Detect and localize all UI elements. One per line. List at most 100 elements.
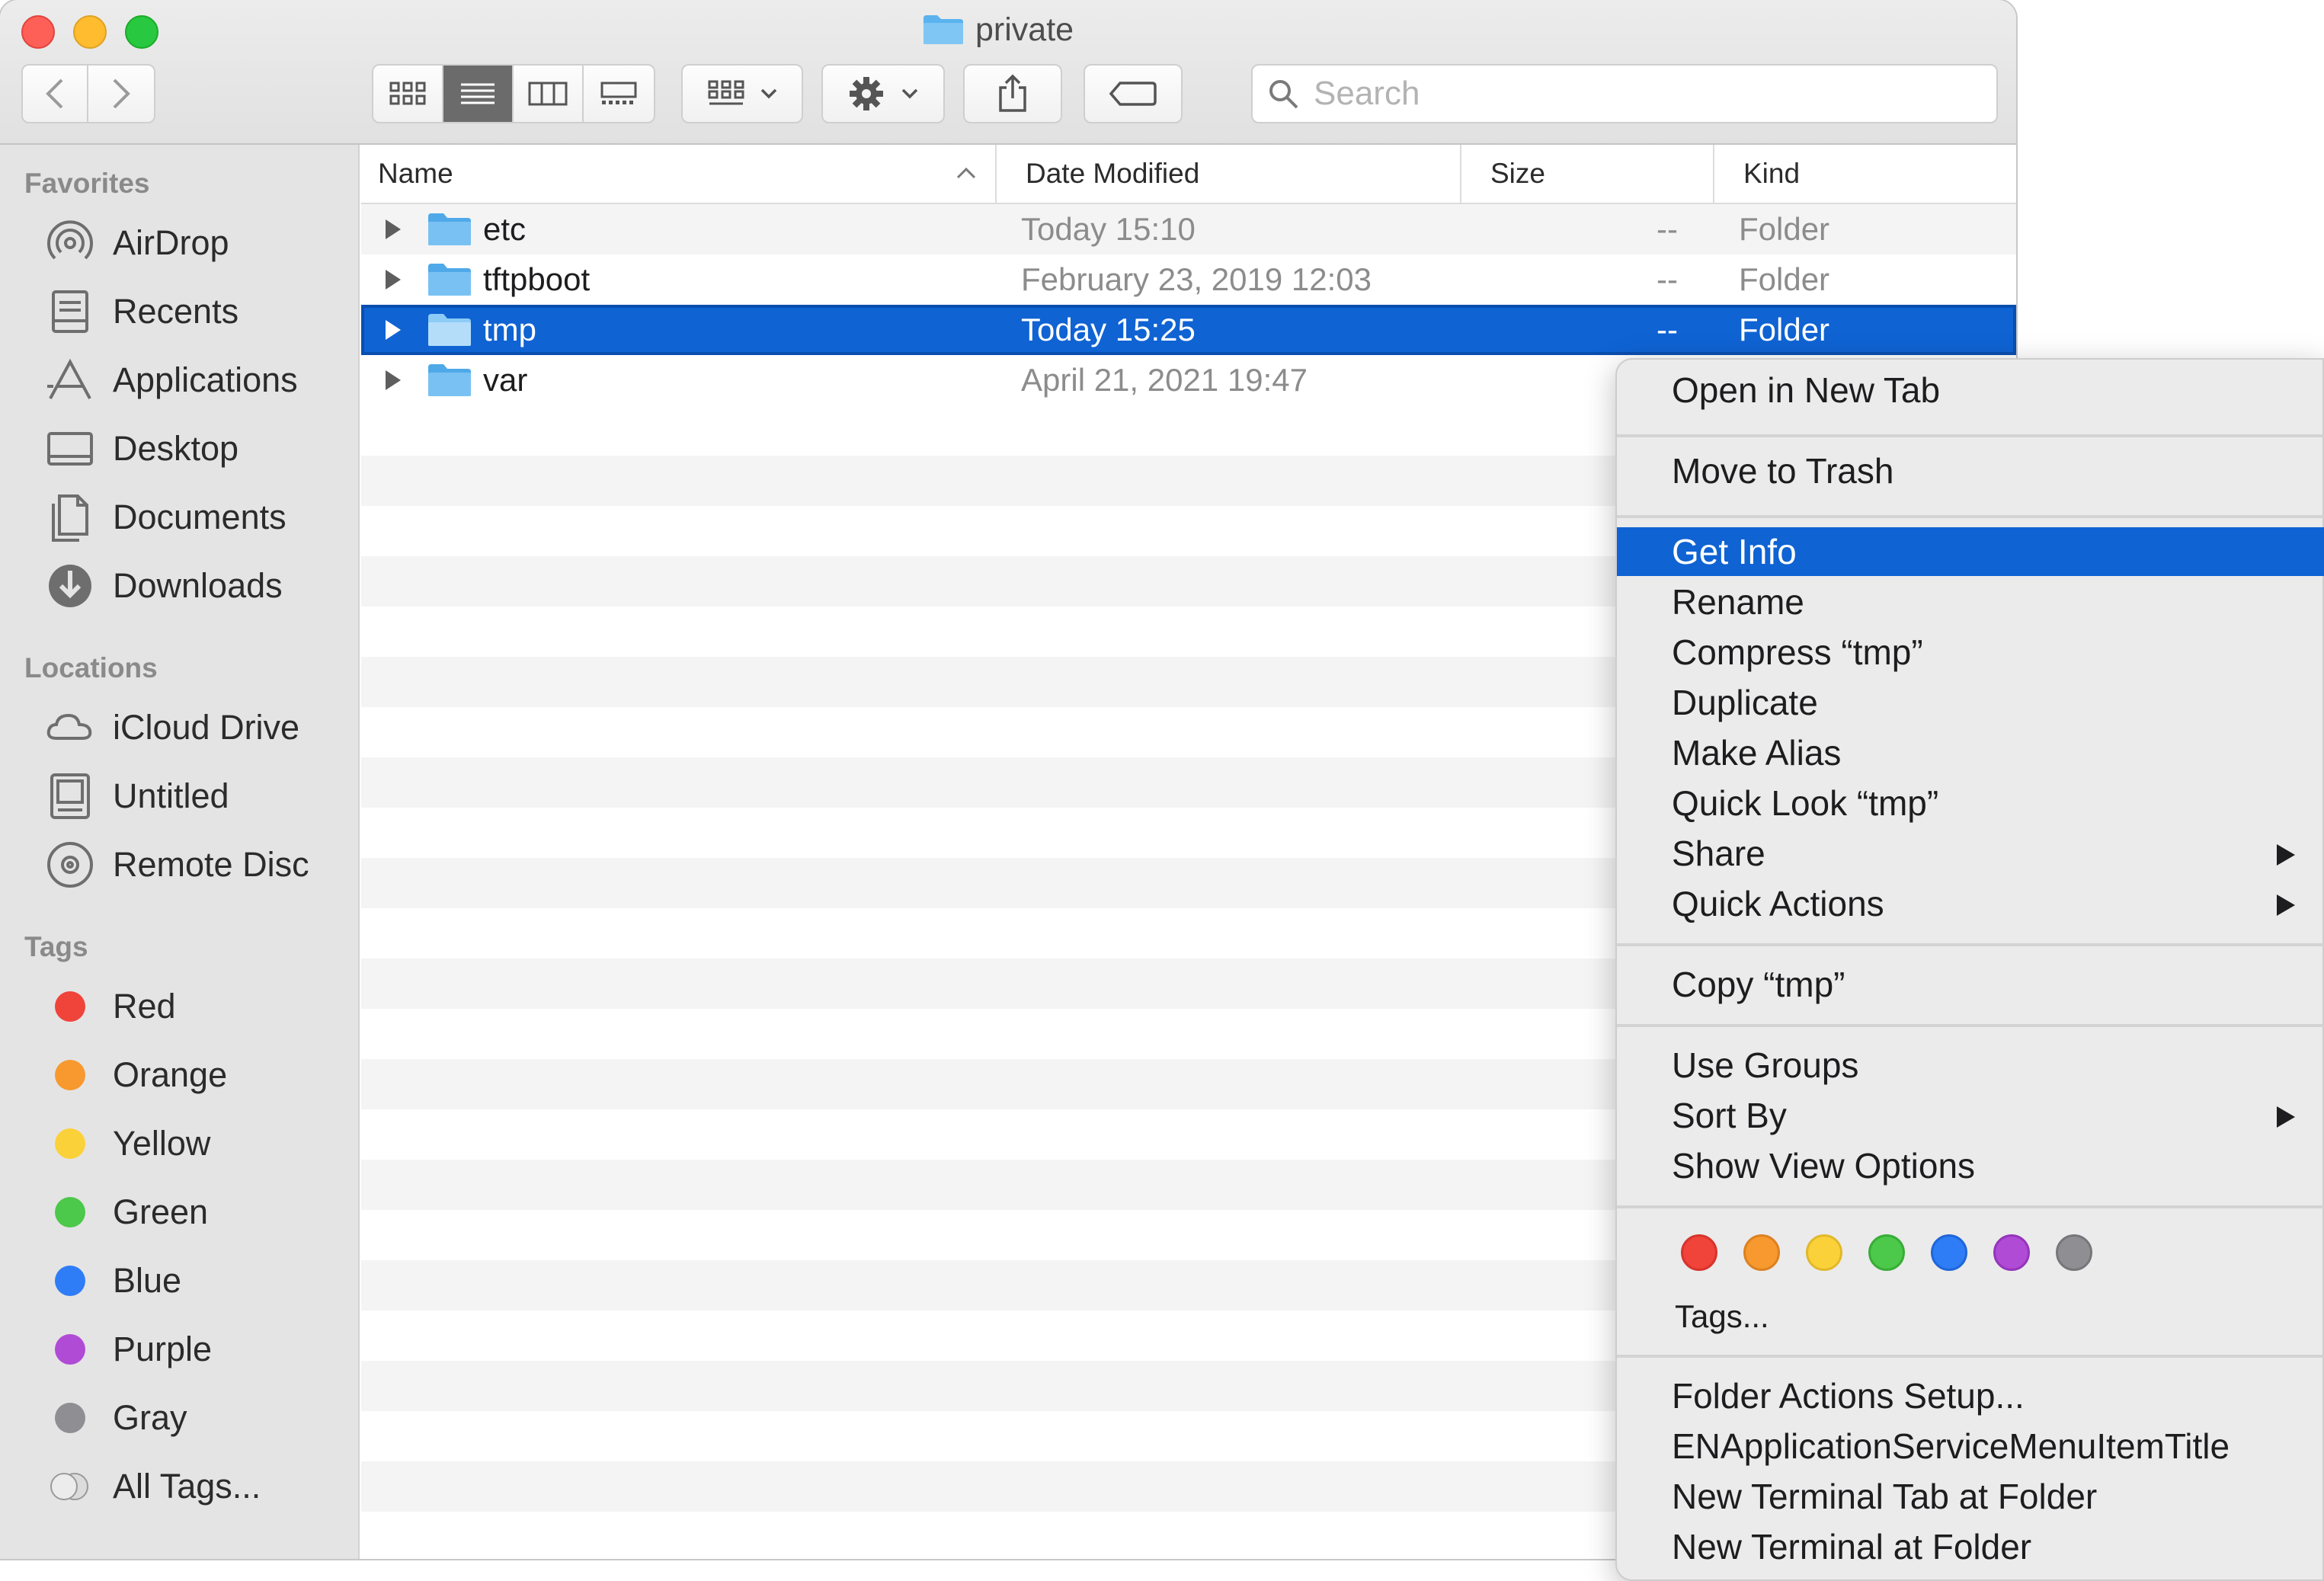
menu-item-compress[interactable]: Compress “tmp” [1617, 628, 2324, 677]
back-button[interactable] [23, 66, 89, 122]
airdrop-icon [47, 220, 93, 260]
gallery-view-button[interactable] [584, 66, 654, 122]
sidebar-item-untitled[interactable]: Untitled [44, 770, 229, 823]
file-kind: Folder [1739, 312, 1830, 347]
tag-color-red[interactable] [1681, 1234, 1717, 1271]
group-by-button[interactable] [681, 64, 803, 123]
menu-item-make-alias[interactable]: Make Alias [1617, 728, 2324, 777]
sidebar-all-tags[interactable]: All Tags... [44, 1460, 261, 1513]
menu-item-en-application-service[interactable]: ENApplicationServiceMenuItemTitle [1617, 1422, 2324, 1471]
sidebar-item-label: AirDrop [113, 223, 229, 262]
sidebar-item-remote-disc[interactable]: Remote Disc [44, 838, 309, 891]
sidebar-tag-orange[interactable]: Orange [44, 1048, 227, 1102]
sidebar-tag-green[interactable]: Green [44, 1186, 208, 1239]
sidebar-tag-gray[interactable]: Gray [44, 1391, 187, 1445]
list-view-button[interactable] [443, 66, 514, 122]
documents-icon [52, 494, 88, 542]
search-field[interactable]: Search [1251, 64, 1998, 123]
disclosure-triangle-icon[interactable] [386, 219, 401, 239]
menu-item-quick-actions[interactable]: Quick Actions [1617, 879, 2324, 928]
menu-item-copy[interactable]: Copy “tmp” [1617, 960, 2324, 1009]
file-row[interactable]: etc Today 15:10 -- Folder [361, 204, 2016, 254]
file-row[interactable]: tftpboot February 23, 2019 12:03 -- Fold… [361, 254, 2016, 305]
menu-item-open-in-new-tab[interactable]: Open in New Tab [1617, 366, 2324, 414]
menu-item-move-to-trash[interactable]: Move to Trash [1617, 446, 2324, 495]
sidebar-item-downloads[interactable]: Downloads [44, 559, 283, 613]
forward-button[interactable] [88, 66, 154, 122]
sidebar-item-documents[interactable]: Documents [44, 491, 286, 544]
menu-item-tags[interactable]: Tags... [1617, 1292, 2324, 1341]
menu-item-show-view-options[interactable]: Show View Options [1617, 1141, 2324, 1190]
file-kind: Folder [1739, 211, 1830, 247]
close-button[interactable] [21, 15, 55, 49]
window-title-text: private [975, 11, 1074, 48]
sidebar-tag-purple[interactable]: Purple [44, 1323, 212, 1376]
yellow-tag-dot [55, 1128, 85, 1159]
sidebar-tag-blue[interactable]: Blue [44, 1254, 181, 1307]
gray-tag-dot [55, 1403, 85, 1433]
column-size-label: Size [1490, 158, 1545, 189]
cloud-icon [46, 713, 92, 740]
sidebar-item-label: Recents [113, 292, 239, 331]
sidebar-tag-red[interactable]: Red [44, 980, 176, 1033]
menu-item-new-terminal[interactable]: New Terminal at Folder [1617, 1522, 2324, 1571]
menu-item-share[interactable]: Share [1617, 829, 2324, 878]
disc-icon [47, 842, 93, 888]
icon-view-button[interactable] [373, 66, 443, 122]
menu-item-sort-by[interactable]: Sort By [1617, 1091, 2324, 1140]
tag-color-gray[interactable] [2056, 1234, 2092, 1271]
disclosure-triangle-icon[interactable] [386, 320, 401, 340]
file-row-selected[interactable]: tmp Today 15:25 -- Folder [361, 305, 2016, 355]
minimize-button[interactable] [73, 15, 107, 49]
menu-item-folder-actions-setup[interactable]: Folder Actions Setup... [1617, 1371, 2324, 1420]
tags-heading: Tags [24, 931, 88, 962]
column-kind[interactable]: Kind [1713, 145, 2016, 203]
column-date-modified[interactable]: Date Modified [995, 145, 1460, 203]
folder-icon [428, 213, 471, 245]
column-view-button[interactable] [514, 66, 584, 122]
sidebar-item-label: Green [113, 1192, 209, 1231]
sidebar-item-label: Orange [113, 1055, 228, 1094]
tag-color-green[interactable] [1868, 1234, 1905, 1271]
menu-item-get-info[interactable]: Get Info [1617, 527, 2324, 576]
sidebar-item-recents[interactable]: Recents [44, 285, 238, 338]
column-header: Name Date Modified Size Kind [361, 145, 2016, 204]
disclosure-triangle-icon[interactable] [386, 270, 401, 290]
chevron-down-icon [901, 88, 918, 99]
file-size: -- [1657, 261, 1678, 297]
edit-tags-button[interactable] [1084, 64, 1183, 123]
sidebar-item-label: Red [113, 987, 176, 1026]
downloads-icon [49, 565, 91, 607]
menu-item-use-groups[interactable]: Use Groups [1617, 1041, 2324, 1090]
columns-icon [528, 82, 568, 106]
sidebar-item-airdrop[interactable]: AirDrop [44, 216, 229, 270]
tag-color-yellow[interactable] [1806, 1234, 1842, 1271]
menu-item-quick-look[interactable]: Quick Look “tmp” [1617, 779, 2324, 827]
column-name[interactable]: Name [361, 145, 995, 203]
menu-item-rename[interactable]: Rename [1617, 578, 2324, 626]
action-button[interactable] [821, 64, 945, 123]
sidebar-item-desktop[interactable]: Desktop [44, 422, 238, 475]
tag-color-blue[interactable] [1931, 1234, 1967, 1271]
sidebar-item-label: All Tags... [113, 1467, 261, 1506]
tag-color-purple[interactable] [1993, 1234, 2030, 1271]
grid-icon [389, 82, 426, 105]
column-date-label: Date Modified [1026, 158, 1200, 189]
sidebar-item-label: Applications [113, 360, 298, 399]
sidebar-item-icloud-drive[interactable]: iCloud Drive [44, 701, 299, 754]
sidebar-item-applications[interactable]: Applications [44, 354, 298, 407]
menu-item-new-terminal-tab[interactable]: New Terminal Tab at Folder [1617, 1472, 2324, 1521]
disk-icon [50, 773, 90, 819]
disclosure-triangle-icon[interactable] [386, 370, 401, 390]
toolbar: private Search [0, 0, 2016, 145]
sidebar-item-label: Documents [113, 498, 286, 536]
all-tags-icon [50, 1473, 88, 1500]
sidebar-tag-yellow[interactable]: Yellow [44, 1117, 210, 1170]
zoom-button[interactable] [125, 15, 158, 49]
share-button[interactable] [963, 64, 1062, 123]
file-name: tmp [483, 312, 537, 347]
column-size[interactable]: Size [1460, 145, 1713, 203]
menu-item-duplicate[interactable]: Duplicate [1617, 678, 2324, 727]
tag-color-orange[interactable] [1743, 1234, 1780, 1271]
orange-tag-dot [55, 1060, 85, 1090]
